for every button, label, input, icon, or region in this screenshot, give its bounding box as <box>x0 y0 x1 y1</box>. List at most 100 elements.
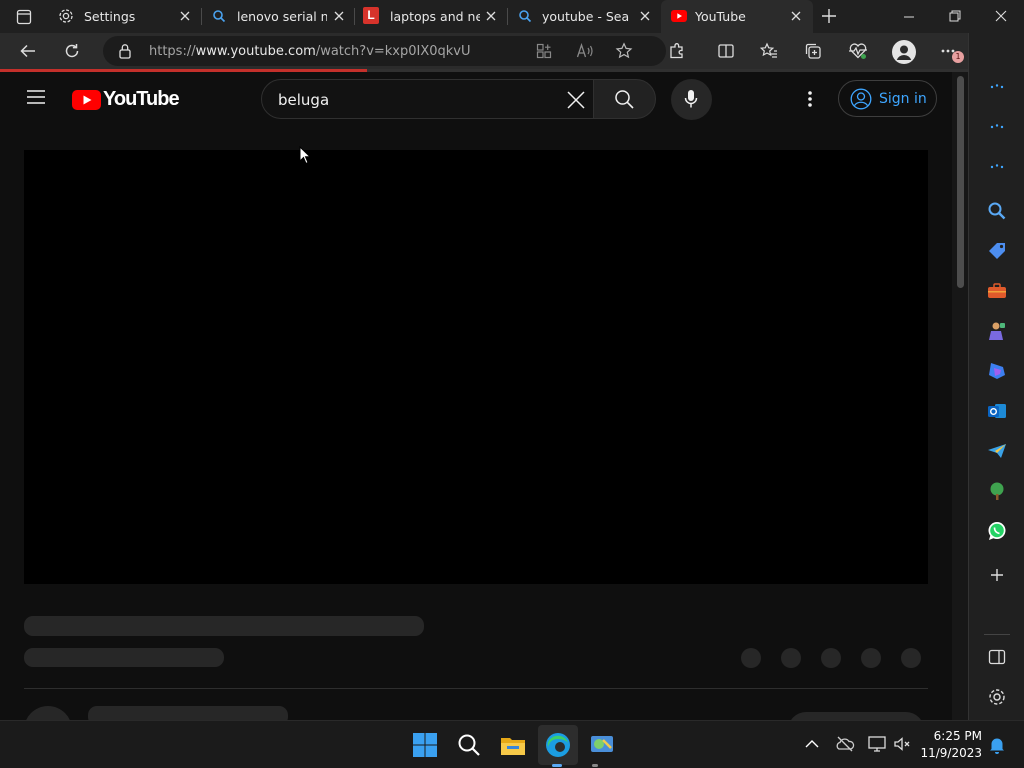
tab-label: laptops and neth <box>390 9 480 24</box>
tab-laptops[interactable]: L laptops and neth <box>355 0 507 33</box>
tab-settings[interactable]: Settings <box>48 0 200 33</box>
close-window-icon[interactable] <box>994 9 1008 23</box>
tab-youtube[interactable]: YouTube <box>661 0 813 33</box>
control-panel-icon[interactable] <box>587 730 617 760</box>
volume-muted-icon[interactable] <box>893 735 913 753</box>
voice-search-button[interactable] <box>671 79 712 120</box>
url-path: /watch?v=kxp0IX0qkvU <box>315 44 471 59</box>
sign-in-button[interactable]: Sign in <box>838 80 937 117</box>
lock-icon[interactable] <box>118 43 132 59</box>
lenovo-l-icon: L <box>363 7 379 24</box>
url-protocol: https:// <box>149 44 196 59</box>
video-player[interactable] <box>24 150 928 584</box>
add-icon[interactable] <box>986 564 1008 586</box>
edge-icon[interactable] <box>543 730 573 760</box>
menu-icon[interactable] <box>26 89 46 105</box>
network-icon[interactable] <box>867 735 887 753</box>
title-placeholder <box>24 616 424 636</box>
youtube-logo[interactable]: YouTube <box>72 88 180 111</box>
more-icon[interactable] <box>986 156 1008 178</box>
sidebar-divider <box>984 634 1010 635</box>
tab-actions-icon[interactable] <box>16 9 32 25</box>
close-icon[interactable] <box>639 10 651 22</box>
youtube-page: YouTube beluga Sign in <box>0 72 968 720</box>
close-icon[interactable] <box>333 10 345 22</box>
restore-icon[interactable] <box>948 9 962 23</box>
close-icon[interactable] <box>790 10 802 22</box>
subscribe-placeholder <box>788 712 924 720</box>
action-placeholder <box>741 648 761 668</box>
copilot-icon[interactable] <box>986 360 1008 382</box>
close-icon[interactable] <box>485 10 497 22</box>
outlook-icon[interactable] <box>986 400 1008 422</box>
windows-taskbar: 6:25 PM 11/9/2023 <box>0 720 1024 768</box>
youtube-logo-icon <box>72 89 101 110</box>
browser-essentials-icon[interactable] <box>848 42 868 60</box>
search-input[interactable]: beluga <box>261 79 594 119</box>
search-input-value: beluga <box>278 91 330 109</box>
tab-youtube-search[interactable]: youtube - Search <box>508 0 660 33</box>
mouse-cursor <box>299 146 311 165</box>
url-host: www.youtube.com <box>195 44 316 59</box>
collections-icon[interactable] <box>804 42 822 60</box>
tab-label: youtube - Search <box>542 9 630 24</box>
favorites-icon[interactable] <box>760 42 778 60</box>
youtube-icon <box>671 10 687 22</box>
search-icon[interactable] <box>986 200 1008 222</box>
search-button[interactable] <box>593 79 656 119</box>
search-icon <box>212 9 226 23</box>
new-tab-icon[interactable] <box>821 8 837 24</box>
gear-icon <box>58 8 74 24</box>
close-icon[interactable] <box>179 10 191 22</box>
search-icon <box>518 9 532 23</box>
search-icon[interactable] <box>454 730 484 760</box>
tools-icon[interactable] <box>986 280 1008 302</box>
extensions-icon[interactable] <box>668 42 686 60</box>
split-screen-icon[interactable] <box>717 42 735 60</box>
tab-lenovo-serial[interactable]: lenovo serial num <box>202 0 354 33</box>
search-icon <box>614 89 635 110</box>
tab-label: lenovo serial num <box>237 9 327 24</box>
action-placeholder <box>861 648 881 668</box>
more-icon[interactable] <box>986 116 1008 138</box>
file-explorer-icon[interactable] <box>498 730 528 760</box>
send-icon[interactable] <box>986 440 1008 462</box>
shopping-tag-icon[interactable] <box>986 240 1008 262</box>
more-icon[interactable] <box>986 76 1008 98</box>
read-aloud-icon[interactable] <box>576 43 594 59</box>
microphone-icon <box>684 89 698 109</box>
clock-date[interactable]: 11/9/2023 <box>918 746 982 760</box>
settings-icon[interactable] <box>986 686 1008 708</box>
minimize-icon[interactable] <box>902 10 916 24</box>
tab-label: Settings <box>84 9 136 24</box>
active-app-indicator <box>552 764 562 767</box>
url-text[interactable]: https://www.youtube.com/watch?v=kxp0IX0q… <box>149 44 471 59</box>
address-bar[interactable]: https://www.youtube.com/watch?v=kxp0IX0q… <box>103 36 666 66</box>
action-placeholder <box>781 648 801 668</box>
account-icon <box>850 88 872 110</box>
whatsapp-icon[interactable] <box>986 520 1008 542</box>
chevron-up-icon[interactable] <box>804 737 820 751</box>
profile-avatar-icon[interactable] <box>892 40 916 64</box>
windows-start-icon[interactable] <box>410 730 440 760</box>
app-available-icon[interactable] <box>536 43 552 59</box>
action-placeholder <box>821 648 841 668</box>
onedrive-offline-icon[interactable] <box>835 735 855 753</box>
panel-icon[interactable] <box>986 646 1008 668</box>
refresh-icon[interactable] <box>63 42 81 60</box>
clear-search-icon[interactable] <box>566 90 586 110</box>
browser-toolbar: https://www.youtube.com/watch?v=kxp0IX0q… <box>0 33 1024 69</box>
tree-icon[interactable] <box>986 480 1008 502</box>
divider <box>24 688 928 689</box>
running-app-indicator <box>592 764 598 767</box>
clock-time[interactable]: 6:25 PM <box>930 729 982 743</box>
edge-sidebar <box>968 33 1024 720</box>
games-icon[interactable] <box>986 320 1008 342</box>
notification-bell-icon[interactable] <box>988 735 1006 755</box>
scrollbar-thumb[interactable] <box>957 76 964 288</box>
back-icon[interactable] <box>19 42 37 60</box>
settings-more-icon[interactable] <box>800 89 820 109</box>
favorite-star-icon[interactable] <box>615 42 633 60</box>
tab-strip: Settings lenovo serial num L laptops and… <box>0 0 1024 33</box>
notification-badge: 1 <box>952 51 964 63</box>
